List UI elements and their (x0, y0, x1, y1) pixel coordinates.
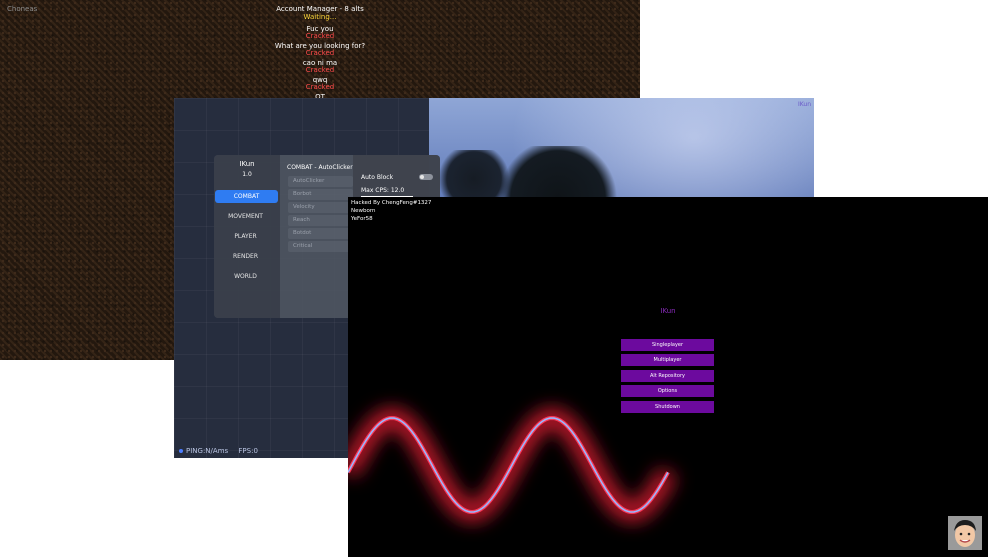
account-entry-status: Cracked (305, 83, 335, 91)
module-critical[interactable]: Critical (288, 241, 353, 252)
category-world[interactable]: WORLD (214, 270, 277, 283)
account-manager-title: Account Manager - 8 alts (276, 5, 364, 13)
module-borbot[interactable]: Borbot (288, 189, 353, 200)
hud-client-label: IKun (797, 101, 811, 108)
auto-block-label: Auto Block (361, 174, 394, 181)
account-manager-status: Waiting... (303, 13, 337, 21)
hud-status-bar: PING:N/Ams FPS:0 (179, 447, 266, 455)
credit-line: Newborn (351, 208, 376, 214)
shutdown-button[interactable]: Shutdown (621, 401, 714, 413)
module-velocity[interactable]: Velocity (288, 202, 353, 213)
max-cps-label: Max CPS: 12.0 (361, 187, 405, 194)
category-movement[interactable]: MOVEMENT (214, 210, 277, 223)
credit-line: YeFor58 (351, 216, 373, 222)
credit-line: Hacked By ChengFeng#1327 (351, 200, 432, 206)
account-entry-status: Cracked (305, 66, 335, 74)
module-autoclicker[interactable]: AutoClicker (288, 176, 353, 187)
main-menu-screen: Hacked By ChengFeng#1327 Newborn YeFor58… (348, 197, 988, 557)
client-version: 1.0 (242, 171, 252, 178)
category-combat[interactable]: COMBAT (215, 190, 278, 203)
auto-block-toggle[interactable] (419, 174, 433, 180)
category-player[interactable]: PLAYER (214, 230, 277, 243)
multiplayer-button[interactable]: Multiplayer (621, 354, 714, 366)
ping-indicator: PING:N/Ams (179, 447, 228, 455)
ping-dot-icon (179, 449, 183, 453)
module-reach[interactable]: Reach (288, 215, 353, 226)
user-avatar[interactable] (948, 516, 982, 550)
alt-repository-button[interactable]: Alt Repository (621, 370, 714, 382)
account-entry-status: Cracked (305, 49, 335, 57)
module-botdot[interactable]: Botdot (288, 228, 353, 239)
singleplayer-button[interactable]: Singleplayer (621, 339, 714, 351)
avatar-face-icon (948, 516, 982, 550)
options-button[interactable]: Options (621, 385, 714, 397)
category-render[interactable]: RENDER (214, 250, 277, 263)
fps-indicator: FPS:0 (238, 447, 258, 455)
client-name: IKun (239, 160, 255, 168)
menu-client-name: IKun (660, 307, 676, 315)
account-entry-status: Cracked (305, 32, 335, 40)
section-title: COMBAT - AutoClicker (287, 164, 353, 171)
